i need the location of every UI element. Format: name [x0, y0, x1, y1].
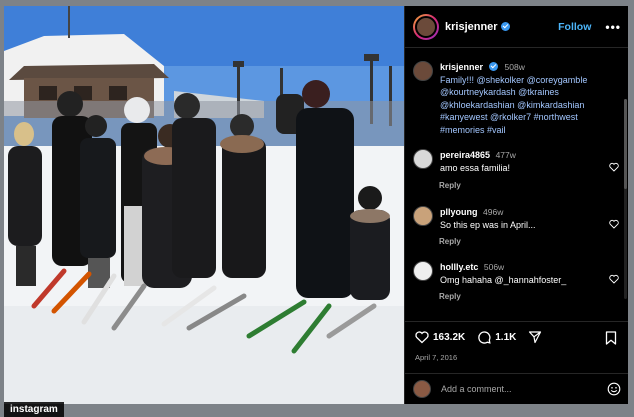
screenshot-stage: krisjenner Follow ••• krisjenner 508w Fa…	[0, 0, 634, 417]
caption-line[interactable]: Family!!! @shekolker @coreygamble	[440, 75, 587, 85]
likes-count[interactable]: 163.2K	[433, 332, 465, 343]
ski-family-photo	[4, 6, 404, 404]
reply-button[interactable]: Reply	[439, 237, 461, 246]
share-send-icon[interactable]	[528, 330, 542, 344]
reply-button[interactable]: Reply	[439, 181, 461, 190]
author-avatar[interactable]	[413, 13, 439, 40]
viewer-avatar	[413, 380, 431, 398]
comment-age: 477w	[495, 150, 516, 160]
comment-age: 496w	[483, 207, 504, 217]
reply-button[interactable]: Reply	[439, 292, 461, 301]
comments-count[interactable]: 1.1K	[495, 332, 516, 343]
emoji-icon[interactable]	[607, 382, 621, 396]
caption-age: 508w	[504, 62, 525, 72]
post-side-panel: krisjenner Follow ••• krisjenner 508w Fa…	[404, 6, 628, 404]
add-comment-bar: Add a comment...	[405, 373, 628, 404]
post-photo[interactable]	[4, 6, 404, 404]
caption-username[interactable]: krisjenner	[440, 62, 483, 72]
comment-bubble-icon[interactable]	[477, 330, 491, 344]
like-comment-heart-icon[interactable]	[609, 274, 619, 284]
caption-line[interactable]: @khloekardashian @kimkardashian	[440, 100, 584, 110]
verified-badge-icon	[500, 22, 510, 31]
comment-text: Omg hahaha @_hannahfoster_	[440, 274, 567, 285]
caption: krisjenner 508w Family!!! @shekolker @co…	[413, 61, 621, 136]
caption-line[interactable]: #memories #vail	[440, 125, 506, 135]
commenter-username[interactable]: hollly.etc	[440, 262, 478, 272]
caption-avatar[interactable]	[413, 61, 433, 81]
comments-feed[interactable]: krisjenner 508w Family!!! @shekolker @co…	[405, 49, 628, 321]
commenter-username[interactable]: pereira4865	[440, 150, 490, 160]
commenter-avatar[interactable]	[413, 149, 433, 169]
comment-item: pereira4865 477w amo essa familia!	[413, 149, 621, 174]
commenter-username[interactable]: pllyoung	[440, 207, 478, 217]
instagram-watermark: instagram	[4, 402, 64, 417]
caption-line[interactable]: #kanyewest @rkolker7 #northwest	[440, 112, 578, 122]
commenter-avatar[interactable]	[413, 206, 433, 226]
post-date: April 7, 2016	[415, 353, 458, 362]
comment-item: pllyoung 496w So this ep was in April...	[413, 206, 621, 231]
commenter-avatar[interactable]	[413, 261, 433, 281]
follow-button[interactable]: Follow	[558, 21, 591, 33]
like-comment-heart-icon[interactable]	[609, 219, 619, 229]
add-comment-input[interactable]: Add a comment...	[441, 384, 512, 394]
like-comment-heart-icon[interactable]	[609, 162, 619, 172]
comment-text: amo essa familia!	[440, 162, 511, 173]
more-options-icon[interactable]: •••	[605, 20, 621, 34]
comment-age: 506w	[483, 262, 505, 272]
post-actions: 163.2K 1.1K April 7, 2016	[405, 321, 628, 373]
instagram-post-card: krisjenner Follow ••• krisjenner 508w Fa…	[4, 6, 628, 404]
comment-text: So this ep was in April...	[440, 219, 536, 230]
post-header: krisjenner Follow •••	[405, 6, 628, 48]
comment-item: hollly.etc 506w Omg hahaha @_hannahfoste…	[413, 261, 621, 286]
save-bookmark-icon[interactable]	[605, 331, 617, 345]
verified-badge-icon	[489, 62, 499, 71]
caption-line[interactable]: @kourtneykardash @tkraines	[440, 87, 559, 97]
comments-scrollbar[interactable]	[624, 99, 627, 299]
author-username[interactable]: krisjenner	[445, 21, 498, 33]
like-heart-icon[interactable]	[415, 330, 429, 344]
